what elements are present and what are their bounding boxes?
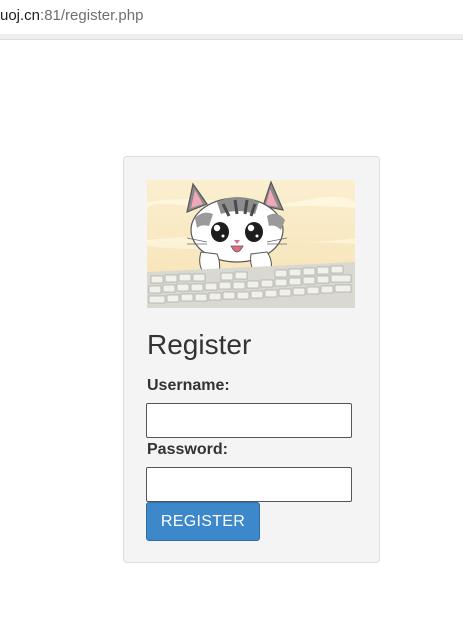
register-button[interactable]: REGISTER [146, 502, 260, 541]
register-heading: Register [147, 329, 252, 360]
url-text[interactable]: uoj.cn:81/register.php [0, 6, 143, 26]
cat-keyboard-banner-image [147, 180, 355, 308]
register-card: Register Username: Password: REGISTER [123, 156, 380, 563]
password-label: Password: [147, 441, 228, 458]
username-input[interactable] [146, 403, 352, 438]
password-input[interactable] [146, 467, 352, 502]
address-bar[interactable]: uoj.cn:81/register.php [0, 0, 463, 34]
username-label: Username: [147, 377, 230, 394]
page-content: Register Username: Password: REGISTER [0, 40, 463, 637]
url-path: :81/register.php [40, 7, 144, 24]
url-host: uoj.cn [0, 7, 41, 24]
